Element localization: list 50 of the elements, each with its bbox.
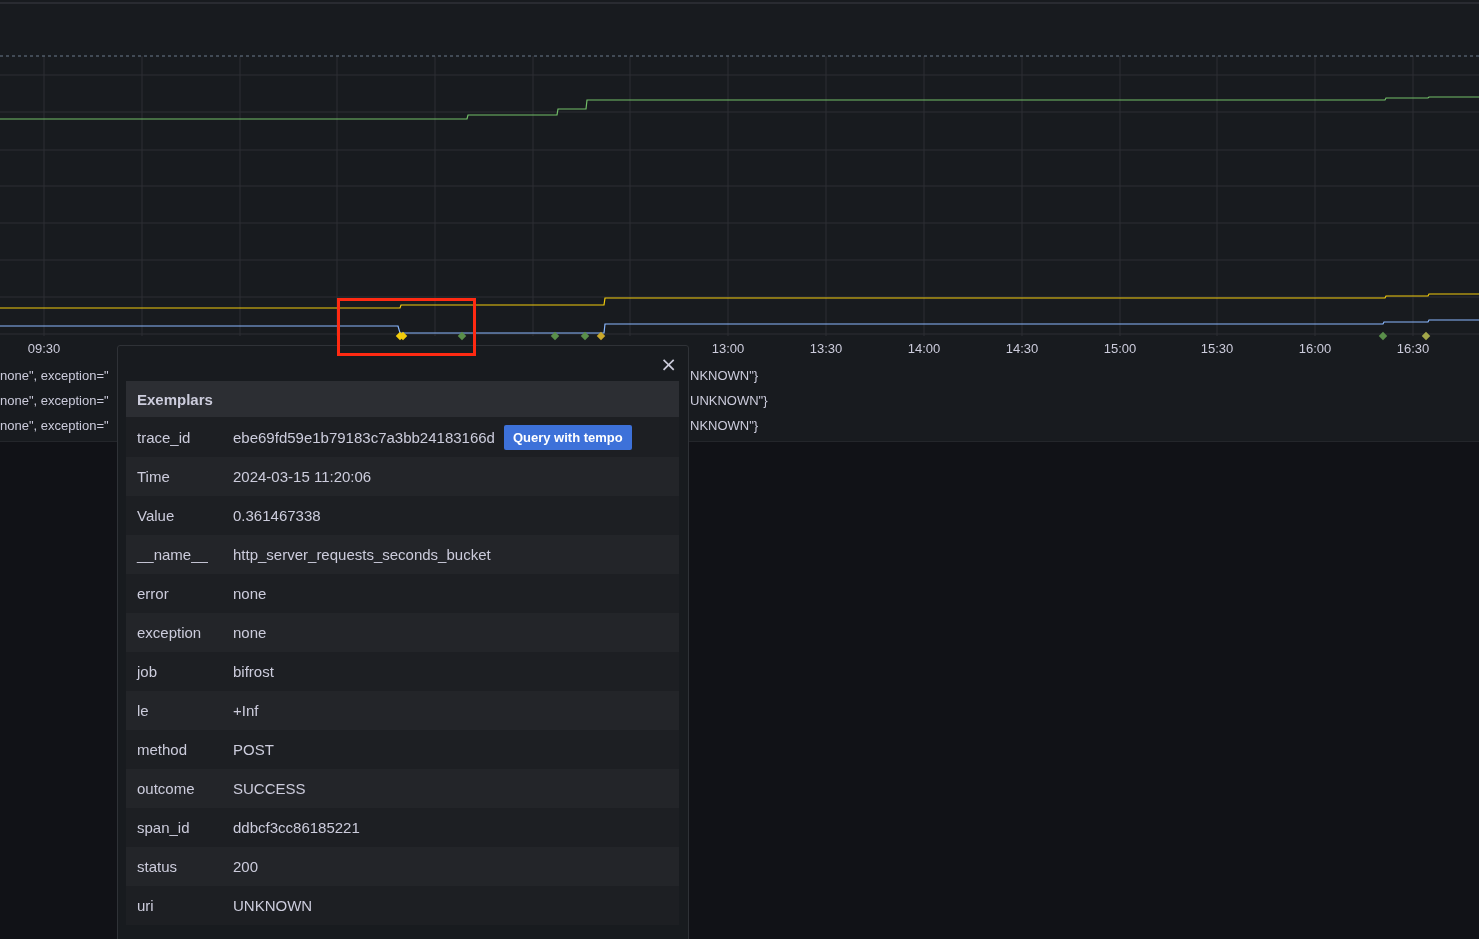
field-value: +Inf bbox=[233, 702, 259, 719]
exemplar-marker[interactable] bbox=[550, 331, 560, 341]
axis-label: 09:30 bbox=[27, 341, 61, 356]
exemplar-marker[interactable] bbox=[457, 331, 467, 341]
field-value: 200 bbox=[233, 858, 259, 875]
field-label: error bbox=[137, 585, 170, 602]
axis-label: 16:00 bbox=[1298, 341, 1332, 356]
field-value: ddbcf3cc86185221 bbox=[233, 819, 360, 836]
field-value: POST bbox=[233, 741, 274, 758]
field-label: Value bbox=[137, 507, 176, 524]
field-value: none bbox=[233, 585, 267, 602]
field-value: none bbox=[233, 624, 267, 641]
field-value: UNKNOWN bbox=[233, 897, 313, 914]
legend-text: NKNOWN"} bbox=[690, 418, 759, 433]
axis-label: 14:30 bbox=[1005, 341, 1039, 356]
axis-label: 15:00 bbox=[1103, 341, 1137, 356]
exemplar-marker[interactable] bbox=[1378, 331, 1388, 341]
field-label: exception bbox=[137, 624, 203, 641]
field-value: http_server_requests_seconds_bucket bbox=[233, 546, 491, 563]
field-label: Time bbox=[137, 468, 171, 485]
field-label: method bbox=[137, 741, 189, 758]
field-label: job bbox=[137, 663, 159, 680]
exemplar-marker[interactable] bbox=[1421, 331, 1431, 341]
legend-text: UNKNOWN"} bbox=[690, 393, 768, 408]
field-label: status bbox=[137, 858, 179, 875]
close-button[interactable]: × bbox=[656, 353, 681, 374]
table-header: Exemplars bbox=[126, 381, 679, 417]
axis-label: 16:30 bbox=[1396, 341, 1430, 356]
field-label: __name__ bbox=[137, 546, 209, 563]
field-value: SUCCESS bbox=[233, 780, 306, 797]
legend-text: none", exception=" bbox=[0, 368, 109, 383]
axis-label: 15:30 bbox=[1200, 341, 1234, 356]
field-value: bifrost bbox=[233, 663, 274, 680]
field-label: trace_id bbox=[137, 428, 192, 446]
field-value: 2024-03-15 11:20:06 bbox=[233, 468, 372, 485]
axis-label: 13:00 bbox=[711, 341, 745, 356]
field-label: le bbox=[137, 702, 150, 719]
exemplar-marker[interactable] bbox=[596, 331, 606, 341]
axis-label: 14:00 bbox=[907, 341, 941, 356]
query-button[interactable]: Query with tempo bbox=[503, 424, 632, 450]
legend-text: none", exception=" bbox=[0, 393, 109, 408]
legend-text: none", exception=" bbox=[0, 418, 109, 433]
field-value: ebe69fd59e1b79183c7a3bb24183166d bbox=[233, 428, 495, 446]
field-value: 0.361467338 bbox=[233, 507, 321, 524]
axis-label: 13:30 bbox=[809, 341, 843, 356]
exemplar-marker[interactable] bbox=[580, 331, 590, 341]
legend-text: NKNOWN"} bbox=[690, 368, 759, 383]
field-label: uri bbox=[137, 897, 155, 914]
field-label: outcome bbox=[137, 780, 196, 797]
field-label: span_id bbox=[137, 819, 191, 836]
